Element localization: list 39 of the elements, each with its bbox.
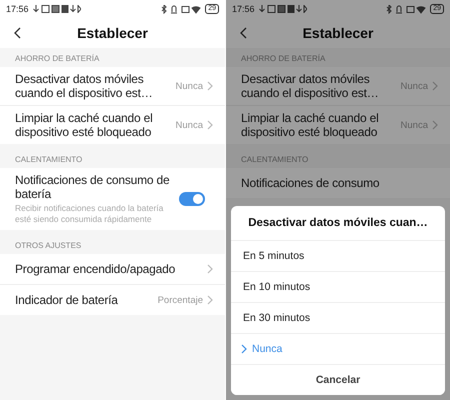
screen-title: Establecer [302,25,374,41]
status-icons-drawing [386,4,426,14]
row-title: Limpiar la caché cuando el dispositivo esté bloqueado [15,111,154,139]
row-value: Nunca [400,120,428,130]
section-header: CALENTAMIENTO [240,154,310,166]
screen-title: Establecer [76,25,149,41]
row-title: Indicador de batería [15,293,119,307]
status-time: 17:56 [6,4,29,14]
section-header: CALENTAMIENTO [14,154,84,166]
back-icon[interactable] [14,27,21,39]
section-header: AHORRO DE BATERÍA [240,53,326,65]
chevron-icon [432,81,438,91]
section-header: AHORRO DE BATERÍA [14,53,100,65]
notification-icons-drawing [258,5,307,13]
row-title: Notificaciones de consumo de batería [15,173,170,201]
row-value: Nunca [176,80,203,92]
chevron-icon [207,295,213,305]
row-title: Limpiar la caché cuando el dispositivo esté bloqueado [241,111,380,139]
chevron-icon [207,81,213,91]
row-title: Desactivar datos móviles cuando el dispositivo est… [15,72,154,100]
row-title: Programar encendido/apagado [15,262,176,276]
back-icon[interactable] [240,27,247,39]
row-title: Desactivar datos móviles cuando el dispositivo est… [241,72,380,100]
row-value: Nunca [176,120,203,130]
chevron-icon [207,264,213,274]
toggle-switch[interactable] [179,192,205,206]
row-value: Porcentaje [158,294,203,306]
chevron-icon [207,120,213,130]
row-title: Notificaciones de consumo [241,176,380,190]
status-icons-drawing [161,4,202,14]
status-time: 17:56 [232,4,255,14]
cancel-button[interactable]: Cancelar [231,364,445,395]
row-value: Nunca [400,80,428,92]
chevron-icon [432,120,438,130]
dialog-title: Desactivar datos móviles cuan… [247,216,429,231]
notification-icons-drawing [32,5,81,13]
chevron-icon [241,344,247,354]
section-header: OTROS AJUSTES [14,240,82,252]
row-description: Recibir notificaciones cuando la batería esté siendo consumida rápidamente [15,203,164,225]
